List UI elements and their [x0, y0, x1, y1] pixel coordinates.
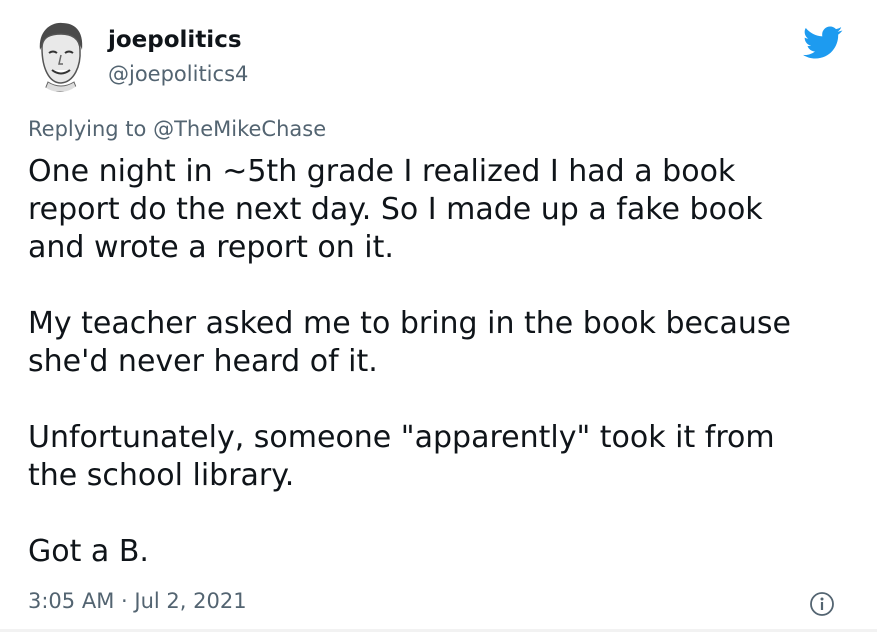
- tweet-text-line: My teacher asked me to bring in the book…: [28, 306, 791, 341]
- replying-to-label: Replying to: [28, 117, 147, 141]
- display-name[interactable]: joepolitics: [108, 27, 242, 53]
- user-handle[interactable]: @joepolitics4: [108, 62, 248, 86]
- tweet-text: One night in ~5th grade I realized I had…: [28, 153, 858, 571]
- mention-link[interactable]: @TheMikeChase: [153, 117, 326, 141]
- tweet-timestamp[interactable]: 3:05 AM · Jul 2, 2021: [28, 589, 247, 613]
- tweet-text-line: and wrote a report on it.: [28, 230, 394, 265]
- tweet-card: joepolitics @joepolitics4 Replying to @T…: [0, 0, 877, 632]
- tweet-date: Jul 2, 2021: [134, 589, 247, 613]
- replying-to: Replying to @TheMikeChase: [28, 117, 326, 141]
- tweet-text-line: Unfortunately, someone "apparently" took…: [28, 420, 775, 455]
- tweet-text-line: report do the next day. So I made up a f…: [28, 192, 763, 227]
- info-icon[interactable]: [809, 591, 835, 617]
- tweet-text-line: One night in ~5th grade I realized I had…: [28, 154, 736, 189]
- meta-separator: ·: [121, 589, 128, 613]
- tweet-text-line: Got a B.: [28, 534, 149, 569]
- tweet-text-line: the school library.: [28, 458, 295, 493]
- tweet-time: 3:05 AM: [28, 589, 115, 613]
- twitter-bird-icon[interactable]: [803, 26, 843, 60]
- tweet-text-line: she'd never heard of it.: [28, 344, 378, 379]
- avatar[interactable]: [30, 20, 90, 92]
